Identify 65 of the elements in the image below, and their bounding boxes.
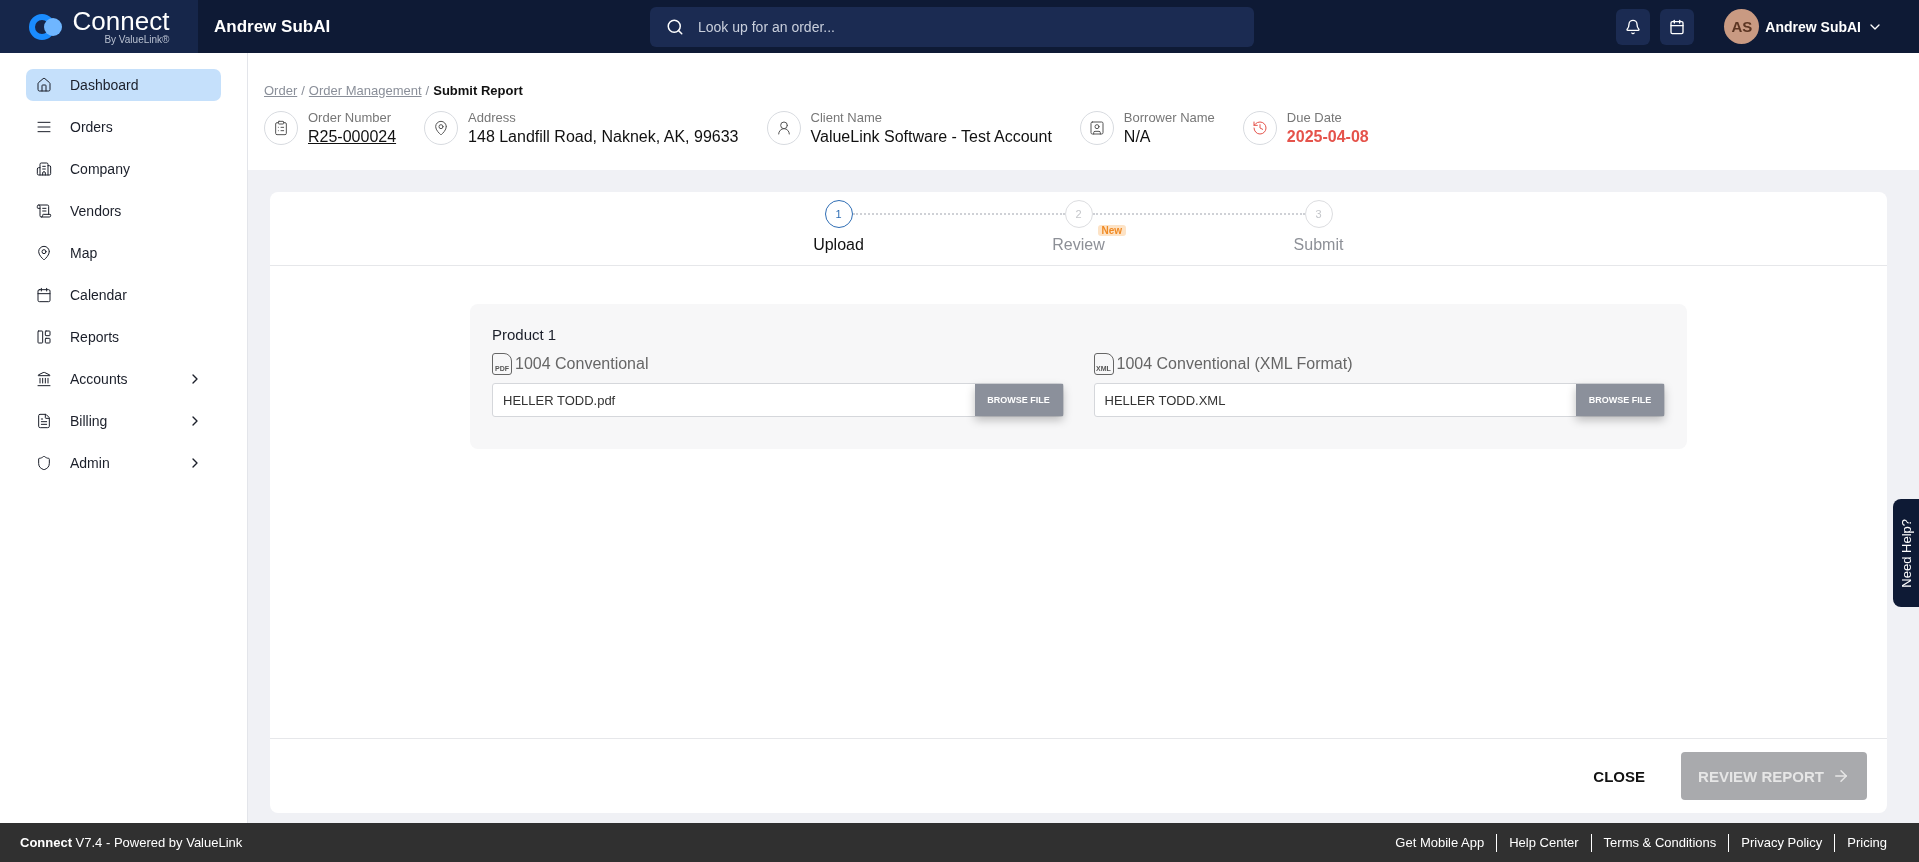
file-field[interactable]: HELLER TODD.XML BROWSE FILE xyxy=(1093,383,1665,417)
info-value: ValueLink Software - Test Account xyxy=(810,128,1052,146)
sidebar-item[interactable]: Orders xyxy=(26,111,221,143)
search-field[interactable]: Look up for an order... xyxy=(650,6,1254,47)
footer-link[interactable]: Pricing xyxy=(1834,833,1899,852)
close-button[interactable]: CLOSE xyxy=(1587,766,1651,786)
upload-label: 1004 Conventional (XML Format) xyxy=(1116,355,1353,373)
calendar-button[interactable] xyxy=(1660,8,1695,45)
step-number: 2 xyxy=(1064,200,1093,228)
nav-icon xyxy=(36,329,52,345)
calendar-icon xyxy=(1669,18,1686,35)
user-menu-button[interactable]: AS Andrew SubAI xyxy=(1718,8,1889,45)
nav-icon xyxy=(36,371,52,387)
logo-subtitle: By ValueLink® xyxy=(104,34,170,45)
info-label: Order Number xyxy=(308,110,393,125)
user-avatar: AS xyxy=(1724,9,1760,44)
step-number: 3 xyxy=(1304,200,1333,228)
sidebar-item[interactable]: Billing xyxy=(26,405,221,437)
footer-link[interactable]: Get Mobile App xyxy=(1383,833,1497,852)
footer-link[interactable]: Terms & Conditions xyxy=(1590,833,1729,852)
notifications-button[interactable] xyxy=(1616,8,1651,45)
footer-link[interactable]: Help Center xyxy=(1496,833,1591,852)
info-value: N/A xyxy=(1123,128,1152,146)
nav-icon xyxy=(36,287,52,303)
footer-version: Connect V7.4 - Powered by ValueLink xyxy=(20,835,243,850)
nav-icon xyxy=(36,455,52,471)
info-label: Due Date xyxy=(1286,110,1343,125)
breadcrumb-current: Submit Report xyxy=(433,83,523,98)
info-label: Borrower Name xyxy=(1123,110,1215,125)
info-label: Client Name xyxy=(810,110,884,125)
logo-icon xyxy=(28,12,65,41)
nav-icon xyxy=(36,203,52,219)
search-icon xyxy=(666,17,684,36)
nav-icon xyxy=(36,413,52,429)
footer-link[interactable]: Privacy Policy xyxy=(1728,833,1835,852)
breadcrumb-separator: / xyxy=(301,83,305,98)
need-help-tab[interactable]: Need Help? xyxy=(1893,499,1919,607)
sidebar-item[interactable]: Accounts xyxy=(26,363,221,395)
sidebar-item[interactable]: Calendar xyxy=(26,279,221,311)
company-name: Andrew SubAI xyxy=(214,16,332,37)
product-title: Product 1 xyxy=(492,326,558,343)
step-number: 1 xyxy=(824,200,853,228)
nav-icon xyxy=(36,161,52,177)
step-label: Upload xyxy=(813,236,864,254)
info-value: 2025-04-08 xyxy=(1286,128,1369,146)
sidebar-item[interactable]: Reports xyxy=(26,321,221,353)
new-badge: New xyxy=(1097,225,1127,236)
sidebar-item[interactable]: Company xyxy=(26,153,221,185)
sidebar-item[interactable]: Vendors xyxy=(26,195,221,227)
breadcrumb-separator: / xyxy=(425,83,430,98)
order-number-link[interactable]: R25-000024 xyxy=(308,128,397,146)
info-value: 148 Landfill Road, Naknek, AK, 99633 xyxy=(468,128,739,146)
bell-icon xyxy=(1625,18,1642,35)
sidebar-item[interactable]: Admin xyxy=(26,447,221,479)
sidebar-item[interactable]: Map xyxy=(26,237,221,269)
upload-label: 1004 Conventional xyxy=(515,355,649,373)
nav-icon xyxy=(36,245,52,261)
step-label: Review xyxy=(1052,236,1105,254)
nav-icon xyxy=(36,119,52,135)
logo-title: Connect xyxy=(72,8,170,34)
nav-icon xyxy=(36,77,52,93)
step-label: Submit xyxy=(1293,236,1344,254)
file-field[interactable]: HELLER TODD.pdf BROWSE FILE xyxy=(492,383,1064,417)
info-label: Address xyxy=(468,110,517,125)
sidebar-item[interactable]: Dashboard xyxy=(26,69,221,101)
